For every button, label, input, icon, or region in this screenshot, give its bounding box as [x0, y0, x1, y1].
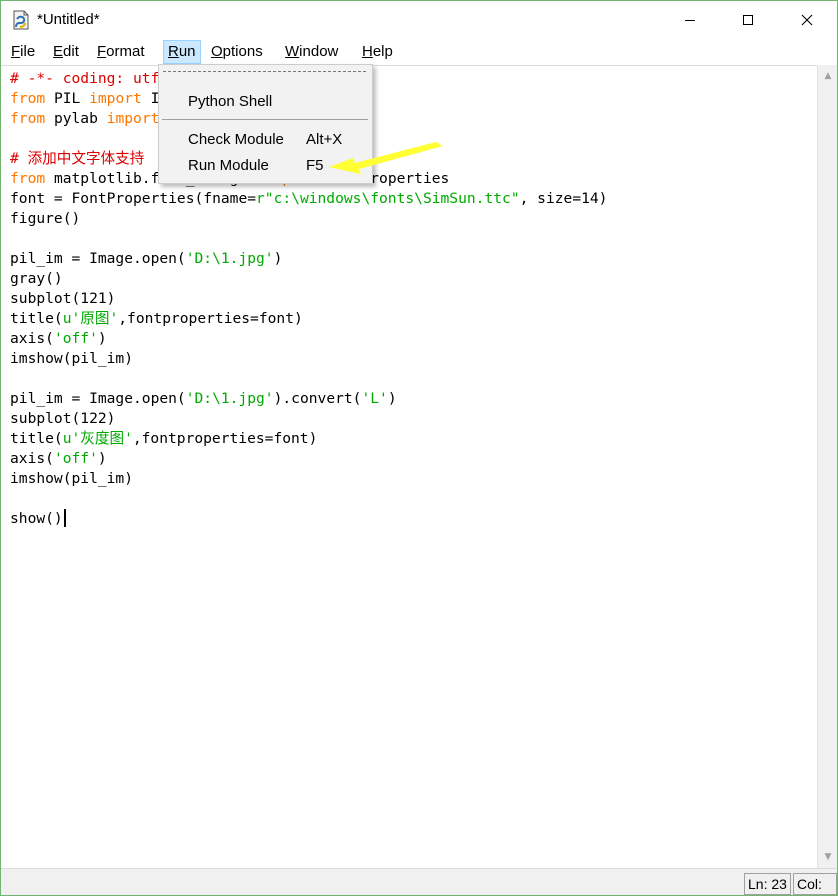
- code-line: pil_im = Image.open('D:\1.jpg'): [10, 250, 283, 267]
- status-column-number: Col: 6: [793, 873, 837, 895]
- code-line: subplot(121): [10, 290, 116, 307]
- menu-file[interactable]: File: [7, 41, 39, 63]
- menu-separator: [162, 119, 368, 120]
- code-line: subplot(122): [10, 410, 116, 427]
- menu-item-python-shell[interactable]: Python Shell: [160, 90, 371, 114]
- text-caret: [63, 509, 66, 527]
- code-line: imshow(pil_im): [10, 350, 134, 367]
- menu-tearoff-line[interactable]: [163, 71, 366, 72]
- menu-format[interactable]: Format: [93, 41, 149, 63]
- title-bar[interactable]: *Untitled*: [1, 1, 837, 39]
- scroll-down-button[interactable]: ▼: [818, 848, 837, 866]
- menu-help[interactable]: Help: [358, 41, 397, 63]
- vertical-scrollbar[interactable]: ▲ ▼: [817, 65, 837, 868]
- code-editor[interactable]: # -*- coding: utf-8 -*-from PIL import I…: [1, 65, 817, 869]
- menu-bar: File Edit Format Run Options Window Help: [1, 39, 837, 65]
- menu-item-run-module[interactable]: Run Module F5: [160, 154, 371, 178]
- window-title: *Untitled*: [37, 11, 100, 28]
- close-icon: [801, 14, 813, 26]
- close-button[interactable]: [778, 1, 836, 39]
- code-line: title(u'灰度图',fontproperties=font): [10, 430, 318, 447]
- maximize-icon: [743, 15, 753, 25]
- menu-run[interactable]: Run: [163, 40, 201, 64]
- status-bar: Ln: 23 Col: 6: [1, 868, 837, 895]
- menu-window[interactable]: Window: [281, 41, 342, 63]
- scroll-up-button[interactable]: ▲: [818, 67, 837, 85]
- idle-file-icon: [13, 10, 29, 30]
- code-line: axis('off'): [10, 330, 107, 347]
- code-line: imshow(pil_im): [10, 470, 134, 487]
- idle-editor-window: *Untitled* File Edit Format Run Options Windo…: [0, 0, 838, 896]
- code-line: title(u'原图',fontproperties=font): [10, 310, 303, 327]
- minimize-button[interactable]: [661, 1, 719, 39]
- code-line: font = FontProperties(fname=r"c:\windows…: [10, 190, 608, 207]
- arrow-down-icon: ▼: [824, 852, 832, 862]
- menu-options[interactable]: Options: [207, 41, 267, 63]
- arrow-up-icon: ▲: [824, 71, 832, 81]
- maximize-button[interactable]: [719, 1, 777, 39]
- code-line: figure(): [10, 210, 81, 227]
- minimize-icon: [685, 20, 695, 21]
- status-line-number: Ln: 23: [744, 873, 791, 895]
- code-line: gray(): [10, 270, 63, 287]
- run-menu-dropdown: Python Shell Check Module Alt+X Run Modu…: [158, 64, 373, 184]
- code-line: show(): [10, 509, 607, 529]
- code-line: axis('off'): [10, 450, 107, 467]
- menu-item-check-module[interactable]: Check Module Alt+X: [160, 128, 371, 152]
- code-line: pil_im = Image.open('D:\1.jpg').convert(…: [10, 390, 397, 407]
- menu-edit[interactable]: Edit: [49, 41, 83, 63]
